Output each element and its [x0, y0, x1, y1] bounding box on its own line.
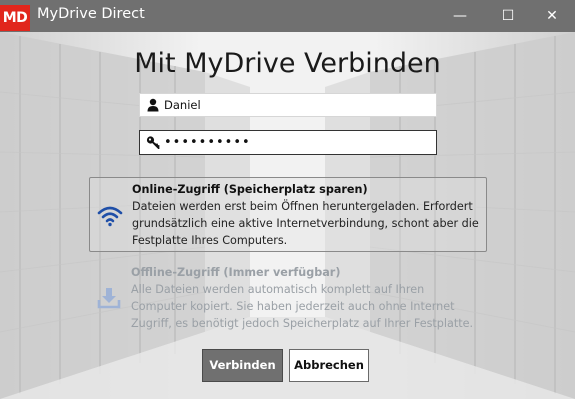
username-field[interactable]: [139, 93, 437, 117]
wifi-icon: [97, 206, 123, 227]
online-access-option[interactable]: Online-Zugriff (Speicherplatz sparen) Da…: [89, 177, 487, 252]
mydrive-logo: MD: [0, 5, 30, 31]
minimize-button[interactable]: —: [437, 0, 483, 32]
key-icon: [146, 136, 160, 149]
maximize-button[interactable]: ☐: [485, 0, 531, 32]
password-input[interactable]: [164, 131, 430, 153]
offline-access-option[interactable]: Offline-Zugriff (Immer verfügbar) Alle D…: [89, 263, 487, 333]
download-icon: [97, 288, 121, 309]
close-button[interactable]: ✕: [529, 0, 575, 32]
option-description: Alle Dateien werden automatisch komplett…: [131, 283, 474, 330]
app-window: MD MyDrive Direct — ☐ ✕ Mit MyDrive Verb…: [0, 0, 575, 399]
title-bar: MD MyDrive Direct — ☐ ✕: [0, 0, 575, 32]
option-title: Online-Zugriff (Speicherplatz sparen): [132, 183, 368, 196]
option-description: Dateien werden erst beim Öffnen herunter…: [132, 200, 479, 247]
option-title: Offline-Zugriff (Immer verfügbar): [131, 266, 341, 279]
password-field[interactable]: [139, 130, 437, 155]
cancel-button[interactable]: Abbrechen: [289, 349, 369, 382]
page-title: Mit MyDrive Verbinden: [134, 48, 441, 79]
window-title: MyDrive Direct: [37, 6, 145, 22]
username-input[interactable]: [164, 94, 430, 116]
user-icon: [147, 98, 159, 112]
connect-button[interactable]: Verbinden: [202, 349, 283, 382]
